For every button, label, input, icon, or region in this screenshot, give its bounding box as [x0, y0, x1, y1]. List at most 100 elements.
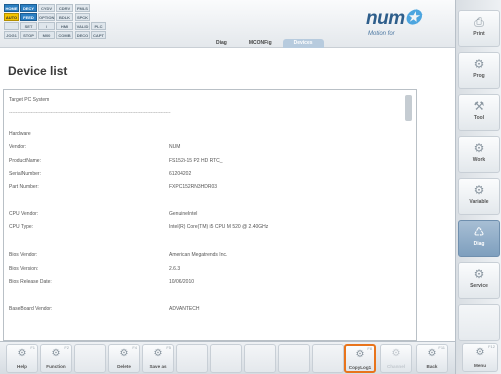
- softkey-empty[interactable]: [312, 344, 344, 373]
- list-item: Bios Vendor: American Megatrends Inc.: [9, 252, 227, 258]
- sidebar-item-diag[interactable]: ♺ Diag: [458, 220, 500, 257]
- tab-bar: Diag MCONFig Devices: [205, 39, 324, 48]
- tab-devices[interactable]: Devices: [282, 39, 324, 48]
- scrollbar-track[interactable]: [404, 93, 413, 337]
- status-cell: /: [38, 22, 55, 30]
- row-label: SerialNumber:: [9, 171, 41, 177]
- list-item: CPU Vendor: GenuineIntel: [9, 211, 197, 217]
- tab-diag[interactable]: Diag: [205, 39, 238, 48]
- status-cell: CAPT: [91, 31, 106, 39]
- menu-button[interactable]: F12 ⚙ Menu: [462, 343, 498, 372]
- status-cell: CDRV: [56, 4, 73, 12]
- row-label: Bios Release Date:: [9, 279, 52, 285]
- sidebar-item-service[interactable]: ⚙ Service: [458, 262, 500, 299]
- list-item: CPU Type: Intel(R) Core(TM) i5 CPU M 520 …: [9, 224, 268, 230]
- row-label: Hardware: [9, 131, 31, 137]
- page-title: Device list: [8, 64, 68, 78]
- softkey-number: F1: [30, 345, 35, 350]
- sidebar-item-variable[interactable]: ⚙ Variable: [458, 178, 500, 215]
- device-list-panel[interactable]: Target PC System -----------------------…: [3, 89, 417, 341]
- logo-text: num: [366, 8, 405, 29]
- softkey-number: F8: [367, 346, 372, 351]
- softkey-empty[interactable]: [278, 344, 310, 373]
- section-header: Target PC System: [9, 97, 50, 103]
- delete-button[interactable]: F4 ⚙ Delete: [108, 344, 140, 373]
- status-cell: SPCK: [75, 13, 90, 21]
- sidebar-item-work[interactable]: ⚙ Work: [458, 136, 500, 173]
- sidebar-item-label: Work: [472, 157, 486, 163]
- row-label: CPU Vendor:: [9, 211, 39, 217]
- status-cell: BDLK: [56, 13, 73, 21]
- sidebar-item-label: Service: [470, 283, 488, 289]
- sidebar-item-prog[interactable]: ⚙ Prog: [458, 52, 500, 89]
- list-item: Bios Release Date: 10/06/2010: [9, 279, 194, 285]
- row-value: 2.6.3: [169, 266, 181, 272]
- status-cell-empty: [91, 4, 106, 12]
- function-button[interactable]: F2 ⚙ Function: [40, 344, 72, 373]
- softkey-bar: F1 ⚙ Help F2 ⚙ Function F4 ⚙ Delete F5 ⚙…: [0, 341, 455, 374]
- row-value: Intel(R) Core(TM) i5 CPU M 520 @ 2.40GHz: [169, 224, 269, 230]
- num-logo: num✪: [366, 7, 421, 30]
- list-item: BaseBoard Vendor: ADVANTECH: [9, 306, 199, 312]
- status-cell-empty: [107, 4, 122, 12]
- list-item: Hardware: [9, 131, 169, 137]
- row-value: FS152i-15 P2 HD RTC_: [169, 158, 223, 164]
- softkey-empty[interactable]: [176, 344, 208, 373]
- status-cell: PLC: [91, 22, 106, 30]
- copy-log-button[interactable]: F8 ⚙ CopyLog1: [344, 344, 376, 373]
- status-cell-empty: [91, 13, 106, 21]
- channel-icon: ⚙: [391, 348, 401, 359]
- sidebar-item-label: Variable: [469, 199, 489, 205]
- softkey-label: CopyLog1: [348, 365, 372, 370]
- channel-button[interactable]: ⚙ Channel: [380, 344, 412, 373]
- save-as-button[interactable]: F5 ⚙ Save as: [142, 344, 174, 373]
- sidebar-item-label: Print: [473, 31, 485, 37]
- row-label: BaseBoard Vendor:: [9, 306, 53, 312]
- status-cell-empty: [107, 22, 122, 30]
- row-label: Vendor:: [9, 144, 27, 150]
- row-value: ADVANTECH: [169, 306, 200, 312]
- status-cell: [4, 22, 19, 30]
- tab-mconfig[interactable]: MCONFig: [238, 39, 283, 48]
- softkey-label: Save as: [149, 364, 167, 369]
- softkey-empty[interactable]: [74, 344, 106, 373]
- separator-line: ----------------------------------------…: [9, 110, 171, 116]
- variable-icon: ⚙: [473, 183, 485, 197]
- softkey-number: F2: [64, 345, 69, 350]
- softkey-empty[interactable]: [210, 344, 242, 373]
- sidebar-item-print[interactable]: ⎙ Print: [458, 10, 500, 47]
- softkey-number: F5: [166, 345, 171, 350]
- print-icon: ⎙: [474, 15, 484, 29]
- status-cell: DECO: [75, 31, 90, 39]
- softkey-label: Help: [17, 364, 27, 369]
- row-value: American Megatrends Inc.: [169, 252, 228, 258]
- list-item: Bios Version: 2.6.3: [9, 266, 180, 272]
- softkey-empty[interactable]: [244, 344, 276, 373]
- machine-status-grid-2: FMLS SPCK VALID PLC DECO CAPT: [75, 4, 122, 39]
- status-cell: COMB: [56, 31, 73, 39]
- list-item: ProductName: FS152i-15 P2 HD RTC_: [9, 158, 223, 164]
- status-bar: HOME DECY CYDV CDRV AUTO FEED OPTION BDL…: [0, 0, 455, 48]
- status-cell: JOG1: [4, 31, 19, 39]
- help-button[interactable]: F1 ⚙ Help: [6, 344, 38, 373]
- softkey-number: F11: [438, 345, 445, 350]
- softkey-number: F12: [488, 344, 495, 349]
- row-label: Bios Vendor:: [9, 252, 38, 258]
- softkey-label: Function: [46, 364, 66, 369]
- logo-mark-icon: ✪: [404, 8, 421, 29]
- row-label: ProductName:: [9, 158, 41, 164]
- sidebar-item-empty[interactable]: [458, 304, 500, 341]
- list-item: Vendor: NUM: [9, 144, 180, 150]
- status-cell: HOME: [4, 4, 19, 12]
- row-label: Part Number:: [9, 184, 39, 190]
- status-cell: CYDV: [38, 4, 55, 12]
- right-sidebar: ⎙ Print ⚙ Prog ⚒ Tool ⚙ Work ⚙ Variable …: [455, 0, 501, 374]
- softkey-label: Back: [426, 364, 438, 369]
- row-label: CPU Type:: [9, 224, 34, 230]
- scrollbar-thumb[interactable]: [405, 95, 412, 121]
- row-value: FXPC152RN3HDR03: [169, 184, 218, 190]
- status-cell: HMI: [56, 22, 73, 30]
- row-value: GenuineIntel: [169, 211, 198, 217]
- back-button[interactable]: F11 ⚙ Back: [416, 344, 448, 373]
- sidebar-item-tool[interactable]: ⚒ Tool: [458, 94, 500, 131]
